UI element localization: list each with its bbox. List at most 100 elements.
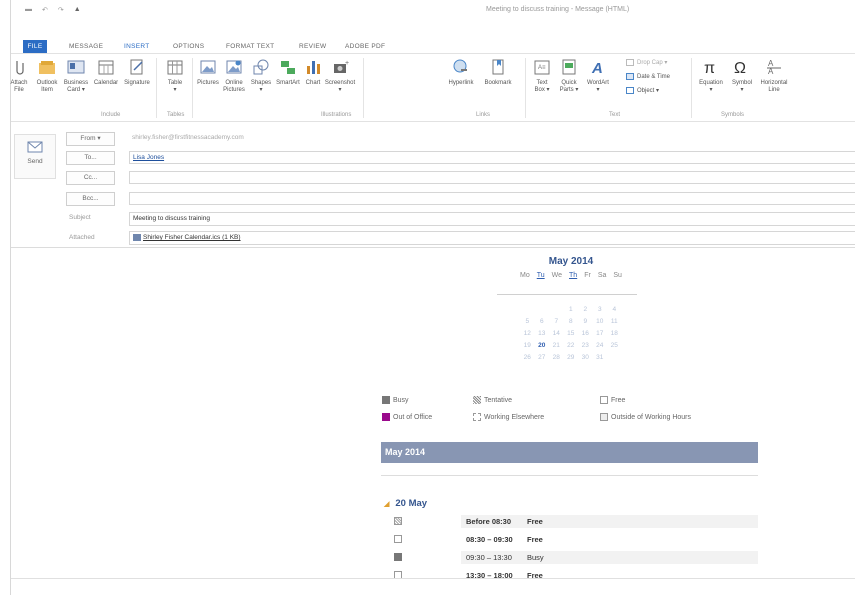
- calendar-day: 7: [554, 318, 559, 325]
- hyperlink-button[interactable]: Hyperlink: [441, 58, 481, 87]
- outside-hours-swatch: [600, 413, 608, 421]
- smartart-button[interactable]: SmartArt: [273, 58, 303, 87]
- equation-button[interactable]: π Equation ▾: [695, 58, 727, 94]
- calendar-day: 1: [568, 306, 573, 313]
- title-bar: ▬ ↶ ↷ ▲ Meeting to discuss training - Me…: [11, 0, 855, 36]
- tab-file[interactable]: FILE: [23, 40, 47, 53]
- bookmark-button[interactable]: Bookmark: [478, 58, 518, 87]
- free-swatch: [600, 396, 608, 404]
- legend-tentative: Tentative: [473, 396, 512, 404]
- table-icon: [167, 60, 183, 75]
- legend-label: Free: [611, 396, 626, 404]
- collapse-arrow-icon[interactable]: ◢: [384, 500, 389, 508]
- calendar-day: 14: [552, 330, 560, 337]
- calendar-day: 10: [596, 318, 604, 325]
- outlook-item-button[interactable]: Outlook Item: [34, 58, 60, 94]
- to-recipient[interactable]: Lisa Jones: [133, 154, 164, 161]
- pictures-icon: [200, 60, 216, 74]
- signature-icon: [130, 59, 143, 75]
- calendar-day: 13: [538, 330, 546, 337]
- legend-label: Outside of Working Hours: [611, 413, 692, 421]
- tab-message[interactable]: MESSAGE: [69, 40, 103, 53]
- hyperlink-icon: [453, 59, 467, 73]
- from-button[interactable]: From ▾: [66, 131, 115, 146]
- to-field[interactable]: Lisa Jones: [129, 151, 855, 164]
- ribbon-label: Online Pictures: [223, 80, 245, 93]
- bcc-field[interactable]: [129, 192, 855, 205]
- calendar-button[interactable]: Calendar: [91, 58, 121, 87]
- tab-review[interactable]: REVIEW: [299, 40, 326, 53]
- weekday: We: [551, 272, 563, 279]
- signature-button[interactable]: Signature: [121, 58, 153, 87]
- attached-label: Attached: [69, 234, 95, 241]
- business-card-button[interactable]: Business Card ▾: [61, 58, 91, 94]
- tab-format-text[interactable]: FORMAT TEXT: [226, 40, 274, 53]
- window-title: Meeting to discuss training - Message (H…: [486, 6, 630, 13]
- calendar-day: [520, 304, 535, 316]
- cc-button[interactable]: Cc...: [66, 170, 115, 185]
- bcc-button[interactable]: Bcc...: [66, 191, 115, 206]
- tab-adobe-pdf[interactable]: ADOBE PDF: [345, 40, 385, 53]
- attachment-link[interactable]: Shirley Fisher Calendar.ics (1 KB): [143, 234, 241, 241]
- equation-icon: π: [704, 60, 715, 76]
- ribbon-label: Bookmark: [484, 80, 512, 86]
- calendar-day: 12: [523, 330, 531, 337]
- from-row: From ▾: [66, 131, 115, 146]
- calendar-week: 1 2 3 4: [520, 304, 622, 316]
- calendar-day: 16: [581, 330, 589, 337]
- day-label: 20 May: [395, 498, 428, 509]
- ribbon-label: Business Card ▾: [63, 80, 89, 93]
- screenshot-button[interactable]: + Screenshot ▾: [322, 58, 358, 94]
- quick-parts-button[interactable]: Quick Parts ▾: [556, 58, 582, 94]
- horizontal-line-button[interactable]: AA Horizontal Line: [757, 58, 791, 94]
- calendar-day: 30: [581, 354, 589, 361]
- cc-field[interactable]: [129, 171, 855, 184]
- legend-working-elsewhere: Working Elsewhere: [473, 413, 544, 421]
- save-icon[interactable]: ▬: [25, 6, 32, 14]
- tab-options[interactable]: OPTIONS: [173, 40, 204, 53]
- subject-field[interactable]: Meeting to discuss training: [129, 212, 855, 226]
- weekday: Fr: [584, 272, 591, 279]
- drop-cap-button[interactable]: Drop Cap ▾: [626, 59, 667, 66]
- calendar-day: 31: [596, 354, 604, 361]
- object-icon: [626, 87, 634, 94]
- calendar-day: 5: [525, 318, 530, 325]
- calendar-day: [607, 352, 622, 364]
- send-button[interactable]: Send: [14, 134, 56, 179]
- wordart-button[interactable]: A WordArt ▾: [584, 58, 612, 94]
- redo-icon[interactable]: ↷: [58, 6, 64, 14]
- pictures-button[interactable]: Pictures: [194, 58, 222, 87]
- symbol-button[interactable]: Ω Symbol ▾: [728, 58, 756, 94]
- to-row: To...: [66, 150, 115, 165]
- up-arrow-icon[interactable]: ▲: [74, 6, 81, 14]
- ribbon-label: Symbol ▾: [731, 80, 752, 93]
- calendar-day: 2: [583, 306, 588, 313]
- status: Busy: [527, 552, 544, 562]
- table-button[interactable]: Table ▾: [161, 58, 189, 94]
- mini-calendar-title: May 2014: [548, 256, 594, 267]
- tab-insert[interactable]: INSERT: [124, 40, 150, 53]
- date-time-button[interactable]: Date & Time: [626, 73, 670, 80]
- shapes-button[interactable]: Shapes ▾: [248, 58, 274, 94]
- svg-text:A: A: [591, 60, 603, 76]
- group-separator: [691, 58, 692, 118]
- cc-row: Cc...: [66, 170, 115, 185]
- calendar-day: 29: [567, 354, 575, 361]
- undo-icon[interactable]: ↶: [42, 6, 48, 14]
- attachment-field[interactable]: Shirley Fisher Calendar.ics (1 KB): [129, 231, 855, 245]
- subject-label: Subject: [69, 214, 91, 221]
- svg-text:A≡: A≡: [538, 65, 546, 71]
- smartart-icon: [281, 61, 295, 74]
- text-box-button[interactable]: A≡ Text Box ▾: [529, 58, 555, 94]
- day-header[interactable]: ◢ 20 May: [384, 498, 427, 509]
- to-button[interactable]: To...: [66, 150, 115, 165]
- attach-file-button[interactable]: Attach File: [5, 58, 33, 94]
- calendar-day: 21: [552, 342, 560, 349]
- calendar-week: 12 13 14 15 16 17 18: [520, 328, 622, 340]
- calendar-day: 24: [596, 342, 604, 349]
- from-address: shirley.fisher@firstfitnessacademy.com: [132, 134, 244, 141]
- online-pictures-button[interactable]: Online Pictures: [220, 58, 248, 94]
- calendar-day: 9: [583, 318, 588, 325]
- ribbon-label: Signature: [124, 80, 150, 86]
- object-button[interactable]: Object ▾: [626, 87, 659, 94]
